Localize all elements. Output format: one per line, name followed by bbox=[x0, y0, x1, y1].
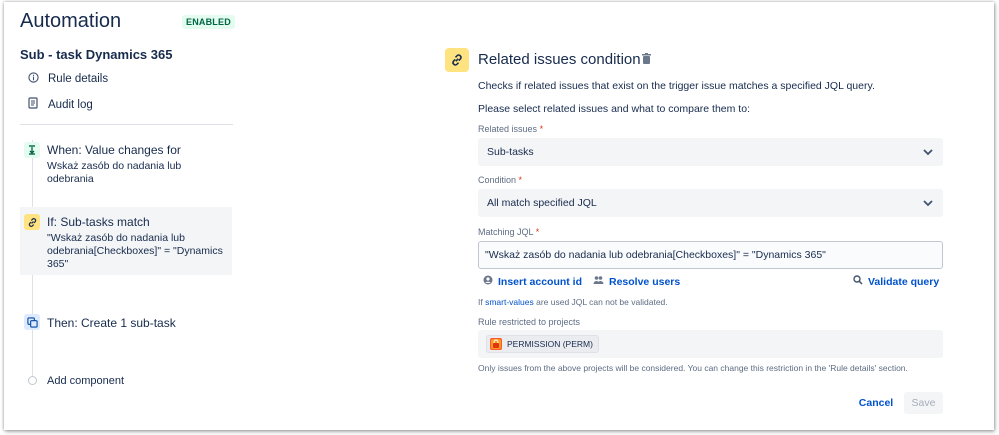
related-issues-label: Related issues * bbox=[478, 124, 543, 134]
restricted-projects-box: PERMISSION (PERM) bbox=[478, 330, 943, 358]
page-title: Automation bbox=[20, 10, 122, 32]
related-issues-label-text: Related issues bbox=[478, 124, 538, 134]
chevron-down-icon bbox=[923, 200, 933, 207]
insert-account-id-button[interactable]: Insert account id bbox=[483, 275, 582, 288]
condition-value: All match specified JQL bbox=[487, 197, 597, 209]
project-tag: PERMISSION (PERM) bbox=[486, 335, 599, 353]
condition-label: Condition * bbox=[478, 175, 522, 185]
note-suffix: are used JQL can not be validated. bbox=[533, 297, 668, 307]
required-mark: * bbox=[539, 124, 544, 134]
required-mark: * bbox=[535, 227, 540, 237]
link-icon bbox=[24, 214, 40, 230]
restricted-projects-label: Rule restricted to projects bbox=[478, 317, 581, 327]
sidebar-divider bbox=[20, 124, 233, 125]
trigger-description: Wskaż zasób do nadania lub odebrania bbox=[47, 160, 182, 185]
matching-jql-input[interactable]: "Wskaż zasób do nadania lub odebrania[Ch… bbox=[478, 241, 943, 269]
chevron-down-icon bbox=[923, 149, 933, 156]
document-icon bbox=[26, 97, 40, 112]
condition-title: If: Sub-tasks match bbox=[47, 215, 150, 229]
project-avatar-icon bbox=[490, 338, 502, 350]
rule-details-label: Rule details bbox=[48, 73, 109, 85]
condition-description: "Wskaż zasób do nadania lub odebrania[Ch… bbox=[47, 232, 223, 270]
condition-label-text: Condition bbox=[478, 175, 517, 185]
automation-window: Automation ENABLED Sub - task Dynamics 3… bbox=[4, 2, 994, 430]
trash-icon[interactable] bbox=[642, 53, 651, 67]
panel-title: Related issues condition bbox=[478, 51, 641, 68]
add-component-button[interactable]: Add component bbox=[47, 375, 124, 387]
condition-step[interactable]: If: Sub-tasks match "Wskaż zasób do nada… bbox=[20, 207, 232, 275]
condition-link-icon bbox=[445, 48, 469, 72]
status-badge: ENABLED bbox=[182, 15, 235, 29]
required-mark: * bbox=[518, 175, 523, 185]
related-issues-value: Sub-tasks bbox=[487, 146, 534, 158]
users-icon bbox=[593, 275, 604, 288]
smart-values-link[interactable]: smart-values bbox=[485, 297, 534, 307]
user-icon bbox=[483, 275, 493, 288]
condition-select[interactable]: All match specified JQL bbox=[478, 189, 943, 217]
project-name: PERMISSION (PERM) bbox=[507, 339, 593, 349]
trigger-icon bbox=[24, 142, 40, 158]
save-button[interactable]: Save bbox=[904, 392, 943, 414]
related-issues-select[interactable]: Sub-tasks bbox=[478, 138, 943, 166]
validate-query-button[interactable]: Validate query bbox=[853, 275, 939, 288]
rule-name: Sub - task Dynamics 365 bbox=[20, 47, 173, 62]
validate-query-label: Validate query bbox=[868, 275, 940, 288]
resolve-users-button[interactable]: Resolve users bbox=[593, 275, 680, 288]
panel-description: Checks if related issues that exist on t… bbox=[478, 80, 875, 92]
resolve-users-label: Resolve users bbox=[609, 275, 681, 288]
audit-log-label: Audit log bbox=[48, 98, 93, 111]
insert-account-id-label: Insert account id bbox=[498, 275, 583, 288]
restriction-note: Only issues from the above projects will… bbox=[478, 363, 908, 373]
audit-log-link[interactable]: Audit log bbox=[26, 97, 93, 112]
action-step[interactable]: Then: Create 1 sub-task bbox=[20, 311, 232, 335]
trigger-step[interactable]: When: Value changes for Wskaż zasób do n… bbox=[20, 139, 232, 185]
search-icon bbox=[853, 275, 863, 288]
cancel-button[interactable]: Cancel bbox=[855, 393, 897, 413]
matching-jql-label: Matching JQL * bbox=[478, 227, 539, 237]
trigger-title: When: Value changes for bbox=[47, 143, 181, 157]
panel-instruction: Please select related issues and what to… bbox=[478, 103, 750, 115]
rule-details-link[interactable]: Rule details bbox=[26, 72, 108, 86]
smart-values-note: If smart-values are used JQL can not be … bbox=[478, 297, 668, 307]
add-component-dot[interactable] bbox=[28, 376, 37, 385]
subtask-icon bbox=[24, 314, 40, 330]
info-icon bbox=[26, 72, 40, 86]
action-title: Then: Create 1 sub-task bbox=[47, 316, 176, 330]
matching-jql-label-text: Matching JQL bbox=[478, 227, 534, 237]
